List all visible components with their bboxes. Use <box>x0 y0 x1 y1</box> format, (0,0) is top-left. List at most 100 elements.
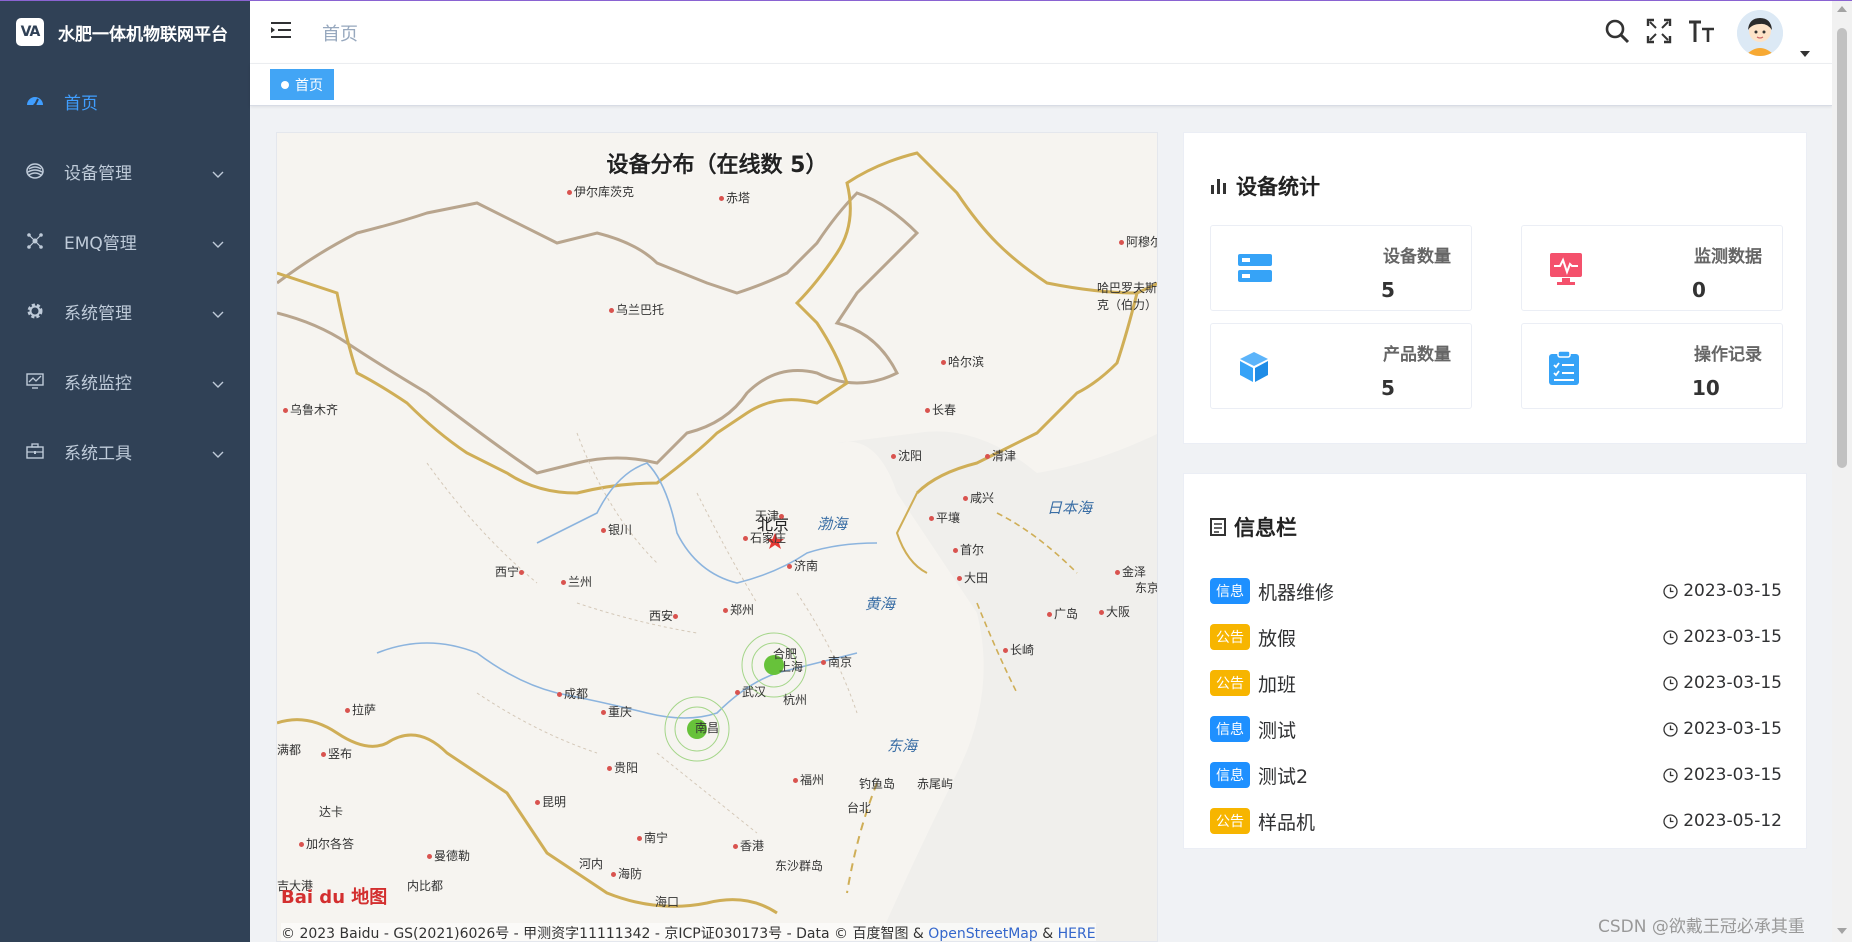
stat-monitor-data[interactable]: 监测数据 0 <box>1521 225 1783 311</box>
chevron-down-icon <box>212 304 224 324</box>
gear-icon <box>26 302 44 320</box>
info-item-title[interactable]: 放假 <box>1258 624 1296 651</box>
scrollbar-thumb[interactable] <box>1837 28 1847 468</box>
city-label: 咸兴 <box>963 489 994 506</box>
info-type-badge: 信息 <box>1210 578 1250 604</box>
city-label: 大阪 <box>1099 603 1130 620</box>
city-label: 银川 <box>601 521 632 538</box>
tag-home[interactable]: 首页 <box>270 69 334 100</box>
info-row[interactable]: 信息 机器维修 2023-03-15 <box>1210 576 1782 606</box>
info-item-title[interactable]: 机器维修 <box>1258 578 1334 605</box>
chevron-down-icon <box>212 234 224 254</box>
page-scrollbar[interactable] <box>1832 0 1852 942</box>
info-row[interactable]: 公告 加班 2023-03-15 <box>1210 668 1782 698</box>
stat-product-count[interactable]: 产品数量 5 <box>1210 323 1472 409</box>
info-type-badge: 信息 <box>1210 716 1250 742</box>
stat-operation-log[interactable]: 操作记录 10 <box>1521 323 1783 409</box>
hamburger-menu-icon[interactable] <box>270 20 292 44</box>
toolbox-icon <box>26 442 44 460</box>
bar-chart-icon <box>1211 179 1226 194</box>
city-label: 达卡 <box>319 805 344 819</box>
stat-value: 10 <box>1692 376 1720 400</box>
clock-icon <box>1663 767 1678 783</box>
city-label: 武汉 <box>735 683 766 700</box>
user-avatar[interactable] <box>1737 10 1783 56</box>
city-label: 南宁 <box>637 829 668 846</box>
device-stats-title: 设备统计 <box>1210 171 1320 201</box>
city-label: 南昌 <box>695 721 720 735</box>
city-label: 杭州 <box>783 693 808 707</box>
top-navbar: 首页 <box>250 0 1832 64</box>
sea-label: 东海 <box>887 737 918 755</box>
info-row[interactable]: 公告 放假 2023-03-15 <box>1210 622 1782 652</box>
city-label: 天津 <box>755 507 786 524</box>
scroll-down-arrow-icon[interactable] <box>1837 928 1847 934</box>
info-item-date: 2023-03-15 <box>1663 673 1782 693</box>
sidebar-item-system[interactable]: 系统管理 <box>0 276 250 346</box>
sidebar-item-home[interactable]: 首页 <box>0 66 250 136</box>
document-icon <box>1210 518 1226 536</box>
info-type-badge: 信息 <box>1210 762 1250 788</box>
city-label: 贵阳 <box>607 759 638 776</box>
font-size-icon[interactable] <box>1688 18 1716 48</box>
city-label: 长春 <box>925 401 956 418</box>
map-background <box>277 133 1157 941</box>
logo-mark: VA <box>16 18 44 46</box>
info-item-date: 2023-03-15 <box>1663 581 1782 601</box>
city-label: 长崎 <box>1003 641 1034 658</box>
info-item-title[interactable]: 测试2 <box>1258 762 1308 789</box>
info-row[interactable]: 信息 测试2 2023-03-15 <box>1210 760 1782 790</box>
sidebar-item-tools[interactable]: 系统工具 <box>0 416 250 486</box>
fullscreen-icon[interactable] <box>1646 18 1672 48</box>
info-item-date: 2023-03-15 <box>1663 719 1782 739</box>
info-row[interactable]: 信息 测试 2023-03-15 <box>1210 714 1782 744</box>
sidebar-item-monitor[interactable]: 系统监控 <box>0 346 250 416</box>
city-label: 金泽 <box>1115 563 1146 580</box>
city-label: 加尔各答 <box>299 835 354 852</box>
clock-icon <box>1663 629 1678 645</box>
caret-down-icon[interactable] <box>1800 42 1810 61</box>
city-label: 郑州 <box>723 601 754 618</box>
device-distribution-map[interactable]: 设备分布（在线数 5） 北京 伊尔库茨克 赤塔 阿穆尔 哈巴罗夫斯克（伯力） 乌… <box>276 132 1158 942</box>
sidebar-item-emq[interactable]: EMQ管理 <box>0 206 250 276</box>
city-label: 广岛 <box>1047 605 1078 622</box>
tag-active-dot <box>281 80 289 89</box>
stat-label: 监测数据 <box>1694 247 1762 267</box>
openstreetmap-link[interactable]: OpenStreetMap <box>928 926 1037 941</box>
breadcrumb[interactable]: 首页 <box>322 20 358 46</box>
info-item-date: 2023-05-12 <box>1663 811 1782 831</box>
here-link[interactable]: HERE <box>1058 926 1096 941</box>
notice-type-badge: 公告 <box>1210 624 1250 650</box>
info-item-date: 2023-03-15 <box>1663 765 1782 785</box>
notice-type-badge: 公告 <box>1210 670 1250 696</box>
info-panel-title: 信息栏 <box>1210 512 1297 542</box>
city-label: 西宁 <box>495 563 526 580</box>
map-copyright: © 2023 Baidu - GS(2021)6026号 - 甲测资字11111… <box>281 923 1096 941</box>
stat-value: 5 <box>1381 376 1395 400</box>
scroll-up-arrow-icon[interactable] <box>1837 6 1847 12</box>
sea-label: 日本海 <box>1047 499 1093 517</box>
search-icon[interactable] <box>1604 18 1630 48</box>
city-label: 昆明 <box>535 793 566 810</box>
sidebar-item-devices[interactable]: 设备管理 <box>0 136 250 206</box>
city-label: 成都 <box>557 685 588 702</box>
city-label: 重庆 <box>601 703 632 720</box>
app-title: 水肥一体机物联网平台 <box>58 24 228 45</box>
info-item-title[interactable]: 加班 <box>1258 670 1296 697</box>
city-label: 乌鲁木齐 <box>283 401 338 418</box>
stat-device-count[interactable]: 设备数量 5 <box>1210 225 1472 311</box>
city-label: 大田 <box>957 569 988 586</box>
info-item-title[interactable]: 测试 <box>1258 716 1296 743</box>
city-label: 赤塔 <box>719 189 750 206</box>
sidebar-item-label: EMQ管理 <box>64 233 137 254</box>
info-panel-card: 信息栏 信息 机器维修 2023-03-15 公告 放假 2023-03-15 … <box>1183 473 1807 849</box>
info-item-title[interactable]: 样品机 <box>1258 808 1315 835</box>
city-label: 福州 <box>793 771 824 788</box>
city-label: 清津 <box>985 447 1016 464</box>
city-label: 香港 <box>733 837 764 854</box>
app-logo[interactable]: VA 水肥一体机物联网平台 <box>0 0 250 64</box>
city-label: 赤尾屿 <box>917 777 954 791</box>
city-label: 哈尔滨 <box>941 353 984 370</box>
info-row[interactable]: 公告 样品机 2023-05-12 <box>1210 806 1782 836</box>
clock-icon <box>1663 721 1678 737</box>
